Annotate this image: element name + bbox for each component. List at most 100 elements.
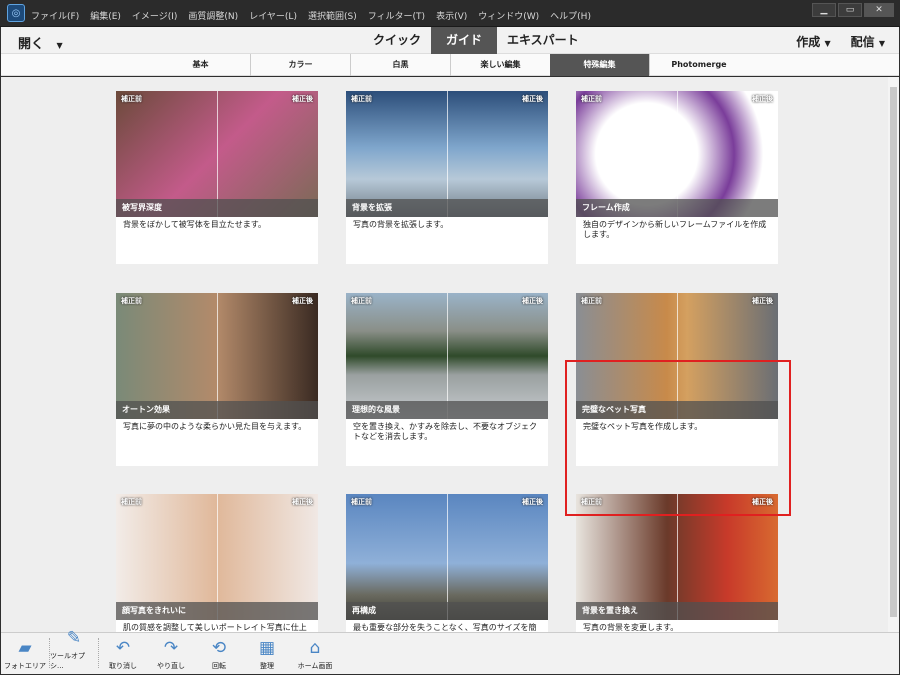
card-title: 背景を拡張 xyxy=(346,199,548,217)
toolbar-4-icon: ⟲ xyxy=(211,638,227,658)
mode-quick[interactable]: クイック xyxy=(363,27,431,54)
guided-edit-card[interactable]: 補正前 補正後背景を拡張写真の背景を拡張します。 xyxy=(346,91,548,264)
after-label: 補正後 xyxy=(522,498,543,506)
bottom-toolbar: ▰ フォトエリア ✎ ツールオプシ... ↶ 取り消し ↷ やり直し ⟲ 回転 ▦ 整理 ⌂ ホーム画面 xyxy=(1,628,899,674)
after-label: 補正後 xyxy=(522,95,543,103)
card-description: 独自のデザインから新しいフレームファイルを作成します。 xyxy=(583,220,767,239)
card-description: 背景をぼかして被写体を目立たせます。 xyxy=(123,220,266,229)
toolbar-1-button[interactable]: ✎ ツールオプシ... xyxy=(50,628,98,674)
open-label: 開く xyxy=(18,37,45,52)
menu-item[interactable]: ヘルプ(H) xyxy=(550,12,591,22)
toolbar-label: 取り消し xyxy=(109,662,137,670)
close-button[interactable]: ✕ xyxy=(864,3,894,17)
mode-guided[interactable]: ガイド xyxy=(431,27,498,54)
menu-item[interactable]: 選択範囲(S) xyxy=(308,12,357,22)
toolbar-label: ツールオプシ... xyxy=(50,652,85,670)
title-bar: ◎ ファイル(F) 編集(E) イメージ(I) 画質調整(N) レイヤー(L) 選択範囲(… xyxy=(0,0,900,27)
card-description: 空を置き換え、かすみを除去し、不要なオブジェクトなどを消去します。 xyxy=(353,422,537,441)
toolbar-5-button[interactable]: ▦ 整理 xyxy=(243,632,291,674)
tab-1[interactable]: カラー xyxy=(251,54,351,76)
scrollbar-thumb[interactable] xyxy=(890,87,897,617)
minimize-button[interactable]: ▁ xyxy=(812,3,836,17)
menu-item[interactable]: ウィンドウ(W) xyxy=(478,12,539,22)
after-label: 補正後 xyxy=(292,297,313,305)
card-thumbnail: 補正前 補正後オートン効果 xyxy=(116,293,318,419)
toolbar-0-button[interactable]: ▰ フォトエリア xyxy=(1,632,49,674)
card-description: 最も重要な部分を失うことなく、写真のサイズを簡単 xyxy=(353,623,537,632)
toolbar-2-icon: ↶ xyxy=(115,638,131,658)
create-label: 作成 xyxy=(796,35,821,49)
card-description: 肌の質感を調整して美しいポートレイト写真に仕上 xyxy=(123,623,307,632)
toolbar-4-button[interactable]: ⟲ 回転 xyxy=(195,632,243,674)
chevron-down-icon: ▼ xyxy=(878,39,885,48)
card-title: フレーム作成 xyxy=(576,199,778,217)
guided-edit-card[interactable]: 補正前 補正後 顔写真をきれいに肌の質感を調整して美しいポートレイト写真に仕上 xyxy=(116,494,318,632)
menu-item[interactable]: レイヤー(L) xyxy=(249,12,297,22)
card-thumbnail: 補正前 補正後 被写界深度 xyxy=(116,91,318,217)
guided-edit-card[interactable]: 補正前 補正後フレーム作成 独自のデザインから新しいフレームファイルを作成します。 xyxy=(576,91,778,264)
card-description: 写真に夢の中のような柔らかい見た目を与えます。 xyxy=(123,422,307,431)
share-label: 配信 xyxy=(850,35,875,49)
mode-expert[interactable]: エキスパート xyxy=(497,27,589,54)
toolbar-label: 回転 xyxy=(212,662,226,670)
selected-card-highlight xyxy=(565,360,791,516)
before-label: 補正前 xyxy=(581,95,602,103)
card-title: 再構成 xyxy=(346,602,548,620)
toolbar-label: フォトエリア xyxy=(4,662,46,670)
card-thumbnail: 補正前 補正後理想的な風景 xyxy=(346,293,548,419)
guided-edit-card[interactable]: 補正前 補正後オートン効果写真に夢の中のような柔らかい見た目を与えます。 xyxy=(116,293,318,466)
before-label: 補正前 xyxy=(121,95,142,103)
tab-5[interactable]: Photomerge xyxy=(649,54,749,76)
card-thumbnail: 補正前 補正後 顔写真をきれいに xyxy=(116,494,318,620)
before-label: 補正前 xyxy=(351,95,372,103)
card-title: 顔写真をきれいに xyxy=(116,602,318,620)
chevron-down-icon: ▼ xyxy=(56,41,63,50)
card-thumbnail: 補正前 補正後背景を拡張 xyxy=(346,91,548,217)
toolbar-0-icon: ▰ xyxy=(18,638,32,658)
tab-4[interactable]: 特殊編集 xyxy=(550,54,650,76)
before-label: 補正前 xyxy=(351,498,372,506)
toolbar-3-button[interactable]: ↷ やり直し xyxy=(147,632,195,674)
toolbar-label: 整理 xyxy=(260,662,274,670)
maximize-button[interactable]: ▭ xyxy=(838,3,862,17)
tab-2[interactable]: 白黒 xyxy=(351,54,451,76)
guided-edit-card[interactable]: 補正前 補正後再構成最も重要な部分を失うことなく、写真のサイズを簡単 xyxy=(346,494,548,632)
guided-edits-grid: 補正前 補正後 被写界深度 背景をぼかして被写体を目立たせます。 補正前 補正後 背景を拡張… xyxy=(1,77,888,632)
open-button[interactable]: 開く ▼ xyxy=(18,33,63,52)
menu-item[interactable]: 編集(E) xyxy=(90,12,121,22)
before-label: 補正前 xyxy=(581,297,602,305)
tab-3[interactable]: 楽しい編集 xyxy=(451,54,551,76)
menu-item[interactable]: 表示(V) xyxy=(436,12,467,22)
category-tabs: 基本 カラー 白黒 楽しい編集 特殊編集 Photomerge xyxy=(1,54,899,76)
card-title: 被写界深度 xyxy=(116,199,318,217)
chevron-down-icon: ▼ xyxy=(824,39,831,48)
toolbar-5-icon: ▦ xyxy=(258,638,276,658)
before-label: 補正前 xyxy=(351,297,372,305)
after-label: 補正後 xyxy=(752,297,773,305)
before-label: 補正前 xyxy=(121,297,142,305)
toolbar-2-button[interactable]: ↶ 取り消し xyxy=(99,632,147,674)
guided-edit-card[interactable]: 補正前 補正後 被写界深度背景をぼかして被写体を目立たせます。 xyxy=(116,91,318,264)
toolbar-label: ホーム画面 xyxy=(297,662,333,670)
card-thumbnail: 補正前 補正後再構成 xyxy=(346,494,548,620)
card-thumbnail: 補正前 補正後フレーム作成 xyxy=(576,91,778,217)
guided-edit-card[interactable]: 補正前 補正後理想的な風景 空を置き換え、かすみを除去し、不要なオブジェクトなどを消… xyxy=(346,293,548,466)
toolbar-6-button[interactable]: ⌂ ホーム画面 xyxy=(291,632,339,674)
card-description: 写真の背景を変更します。 xyxy=(583,623,679,632)
toolbar-label: やり直し xyxy=(157,662,185,670)
card-description: 写真の背景を拡張します。 xyxy=(353,220,449,229)
toolbar-1-icon: ✎ xyxy=(66,628,82,648)
card-title: オートン効果 xyxy=(116,401,318,419)
menu-item[interactable]: フィルター(T) xyxy=(368,12,425,22)
after-label: 補正後 xyxy=(522,297,543,305)
card-title: 背景を置き換え xyxy=(576,602,778,620)
share-button[interactable]: 配信 ▼ xyxy=(851,33,885,50)
menu-item[interactable]: イメージ(I) xyxy=(132,12,178,22)
scrollbar[interactable] xyxy=(888,77,899,632)
after-label: 補正後 xyxy=(752,95,773,103)
card-title: 理想的な風景 xyxy=(346,401,548,419)
menu-item[interactable]: ファイル(F) xyxy=(31,12,79,22)
tab-0[interactable]: 基本 xyxy=(151,54,251,76)
menu-item[interactable]: 画質調整(N) xyxy=(188,12,238,22)
create-button[interactable]: 作成 ▼ xyxy=(796,33,830,50)
